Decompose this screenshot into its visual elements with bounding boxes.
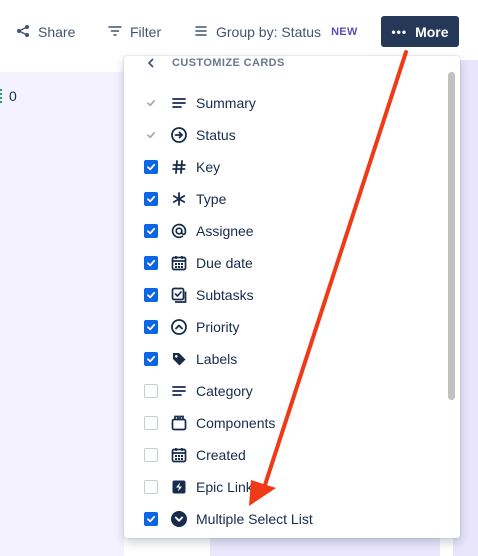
panel-header: CUSTOMIZE CARDS — [146, 56, 285, 70]
group-label: Group by: Status — [216, 24, 322, 40]
column-count-value: 0 — [9, 88, 17, 104]
lines-icon — [170, 94, 188, 112]
option-label: Created — [196, 447, 246, 463]
filter-label: Filter — [130, 24, 162, 40]
filter-button[interactable]: Filter — [108, 18, 161, 46]
option-epic-link[interactable]: Epic Link — [144, 476, 253, 498]
panel-title: CUSTOMIZE CARDS — [172, 57, 285, 69]
checkbox-checked[interactable] — [144, 512, 158, 526]
lines-icon — [170, 382, 188, 400]
drag-dots-icon — [0, 89, 3, 103]
checkbox-checked[interactable] — [144, 224, 158, 238]
share-icon — [16, 24, 30, 41]
option-assignee[interactable]: Assignee — [144, 220, 254, 242]
group-icon — [194, 24, 208, 41]
panel-scrollbar[interactable] — [448, 72, 455, 400]
option-priority[interactable]: Priority — [144, 316, 240, 338]
chevron-circle-icon — [170, 510, 188, 528]
option-components[interactable]: Components — [144, 412, 275, 434]
checkbox-unchecked[interactable] — [144, 480, 158, 494]
checkbox-disabled-checked — [144, 96, 158, 110]
calendar-icon — [170, 254, 188, 272]
column-count: 0 — [0, 88, 17, 104]
option-label: Type — [196, 191, 227, 207]
lightning-icon — [170, 478, 188, 496]
new-badge: NEW — [331, 26, 358, 38]
priority-icon — [170, 318, 188, 336]
board-column-left — [0, 72, 124, 556]
at-icon — [170, 222, 188, 240]
calendar-icon — [170, 446, 188, 464]
option-label: Due date — [196, 255, 253, 271]
checkbox-checked[interactable] — [144, 320, 158, 334]
group-by-button[interactable]: Group by: Status NEW — [194, 18, 358, 46]
tag-icon — [170, 350, 188, 368]
option-key[interactable]: Key — [144, 156, 220, 178]
option-subtasks[interactable]: Subtasks — [144, 284, 254, 306]
option-label: Summary — [196, 95, 256, 111]
more-label: More — [415, 23, 449, 40]
asterisk-icon — [170, 190, 188, 208]
option-summary[interactable]: Summary — [144, 92, 256, 114]
share-button[interactable]: Share — [16, 18, 75, 46]
checkbox-disabled-checked — [144, 128, 158, 142]
option-created[interactable]: Created — [144, 444, 246, 466]
more-button[interactable]: ••• More — [381, 16, 459, 47]
option-category[interactable]: Category — [144, 380, 253, 402]
checkbox-checked[interactable] — [144, 288, 158, 302]
subtasks-icon — [170, 286, 188, 304]
board-column-bottom — [210, 536, 440, 556]
customize-cards-panel: CUSTOMIZE CARDS Summary Status Key Type Assi… — [124, 56, 460, 538]
hash-icon — [170, 158, 188, 176]
option-label: Multiple Select List — [196, 511, 313, 527]
filter-icon — [108, 24, 122, 41]
checkbox-checked[interactable] — [144, 160, 158, 174]
option-label: Category — [196, 383, 253, 399]
checkbox-checked[interactable] — [144, 256, 158, 270]
option-label: Components — [196, 415, 276, 431]
option-label: Subtasks — [196, 287, 254, 303]
checkbox-unchecked[interactable] — [144, 416, 158, 430]
option-label: Assignee — [196, 223, 254, 239]
ellipsis-icon: ••• — [391, 24, 408, 39]
option-labels[interactable]: Labels — [144, 348, 237, 370]
option-multiple-select-list[interactable]: Multiple Select List — [144, 508, 313, 530]
chevron-left-icon[interactable] — [146, 56, 156, 71]
checkbox-unchecked[interactable] — [144, 384, 158, 398]
components-icon — [170, 414, 188, 432]
checkbox-checked[interactable] — [144, 192, 158, 206]
option-type[interactable]: Type — [144, 188, 226, 210]
checkbox-checked[interactable] — [144, 352, 158, 366]
option-label: Status — [196, 127, 236, 143]
option-label: Labels — [196, 351, 238, 367]
checkbox-unchecked[interactable] — [144, 448, 158, 462]
option-label: Priority — [196, 319, 240, 335]
board-toolbar: Share Filter Group by: Status NEW ••• Mo… — [0, 0, 478, 62]
share-label: Share — [38, 24, 76, 40]
option-status[interactable]: Status — [144, 124, 236, 146]
option-label: Epic Link — [196, 479, 253, 495]
option-label: Key — [196, 159, 221, 175]
option-due-date[interactable]: Due date — [144, 252, 253, 274]
arrow-circle-icon — [170, 126, 188, 144]
